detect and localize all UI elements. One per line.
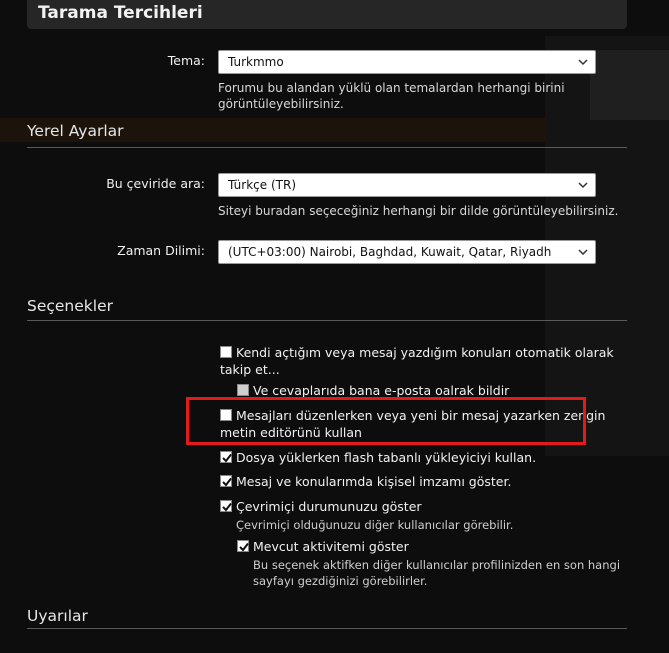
signature-checkbox[interactable] <box>220 475 232 487</box>
theme-hint-line2: görüntüleyebilirsiniz. <box>218 97 344 111</box>
flash-uploader-label: Dosya yüklerken flash tabanlı yükleyiciy… <box>236 450 537 465</box>
highlight-box <box>186 397 586 445</box>
theme-hint-line1: Forumu bu alandan yüklü olan temalardan … <box>218 81 565 95</box>
options-section: Seçenekler <box>27 297 627 321</box>
theme-label: Tema: <box>167 53 205 68</box>
timezone-select[interactable]: (UTC+03:00) Nairobi, Baghdad, Kuwait, Qa… <box>218 240 596 264</box>
warnings-title: Uyarılar <box>27 607 88 625</box>
check-icon <box>222 502 232 512</box>
timezone-label: Zaman Dilimi: <box>117 243 205 258</box>
theme-select[interactable]: Turkmmo <box>218 50 596 74</box>
chevron-down-icon <box>578 59 588 66</box>
signature-label: Mesaj ve konularımda kişisel imzamı göst… <box>236 474 512 489</box>
online-status-checkbox[interactable] <box>220 500 232 512</box>
theme-hint: Forumu bu alandan yüklü olan temalardan … <box>218 80 565 112</box>
dialog-title: Tarama Tercihleri <box>38 3 203 23</box>
language-label: Bu çeviride ara: <box>106 176 205 191</box>
timezone-select-value: (UTC+03:00) Nairobi, Baghdad, Kuwait, Qa… <box>228 245 552 259</box>
online-status-label: Çevrimiçi durumunuzu göster <box>236 499 422 514</box>
watch-threads-line2: takip et... <box>220 362 280 377</box>
check-icon <box>222 477 232 487</box>
flash-uploader-checkbox[interactable] <box>220 451 232 463</box>
check-icon <box>222 453 232 463</box>
warnings-section: Uyarılar <box>27 607 627 629</box>
activity-label: Mevcut aktivitemi göster <box>253 539 409 554</box>
local-settings-title: Yerel Ayarlar <box>27 122 124 140</box>
watch-threads-checkbox[interactable] <box>220 346 232 358</box>
dialog-title-bar: Tarama Tercihleri <box>27 0 627 29</box>
watch-threads-line1: Kendi açtığım veya mesaj yazdığım konula… <box>236 345 614 360</box>
chevron-down-icon <box>578 182 588 189</box>
local-settings-section: Yerel Ayarlar <box>27 122 627 148</box>
online-status-hint: Çevrimiçi olduğunuzu diğer kullanıcılar … <box>236 518 514 532</box>
activity-hint-line1: Bu seçenek aktifken diğer kullanıcılar p… <box>253 558 621 572</box>
preferences-dialog: Tarama Tercihleri Tema: Turkmmo Forumu b… <box>0 0 669 653</box>
options-title: Seçenekler <box>27 297 113 315</box>
activity-checkbox[interactable] <box>237 540 249 552</box>
language-select[interactable]: Türkçe (TR) <box>218 173 596 197</box>
language-select-value: Türkçe (TR) <box>228 178 296 192</box>
email-notify-checkbox[interactable] <box>237 384 249 396</box>
language-hint: Siteyi buradan seçeceğiniz herhangi bir … <box>218 204 619 218</box>
theme-select-value: Turkmmo <box>228 55 284 69</box>
check-icon <box>239 542 249 552</box>
watch-threads-label: Kendi açtığım veya mesaj yazdığım konula… <box>236 344 614 361</box>
chevron-down-icon <box>578 249 588 256</box>
activity-hint-line2: sayfayı gezdiğinizi görebilirler. <box>253 574 428 588</box>
